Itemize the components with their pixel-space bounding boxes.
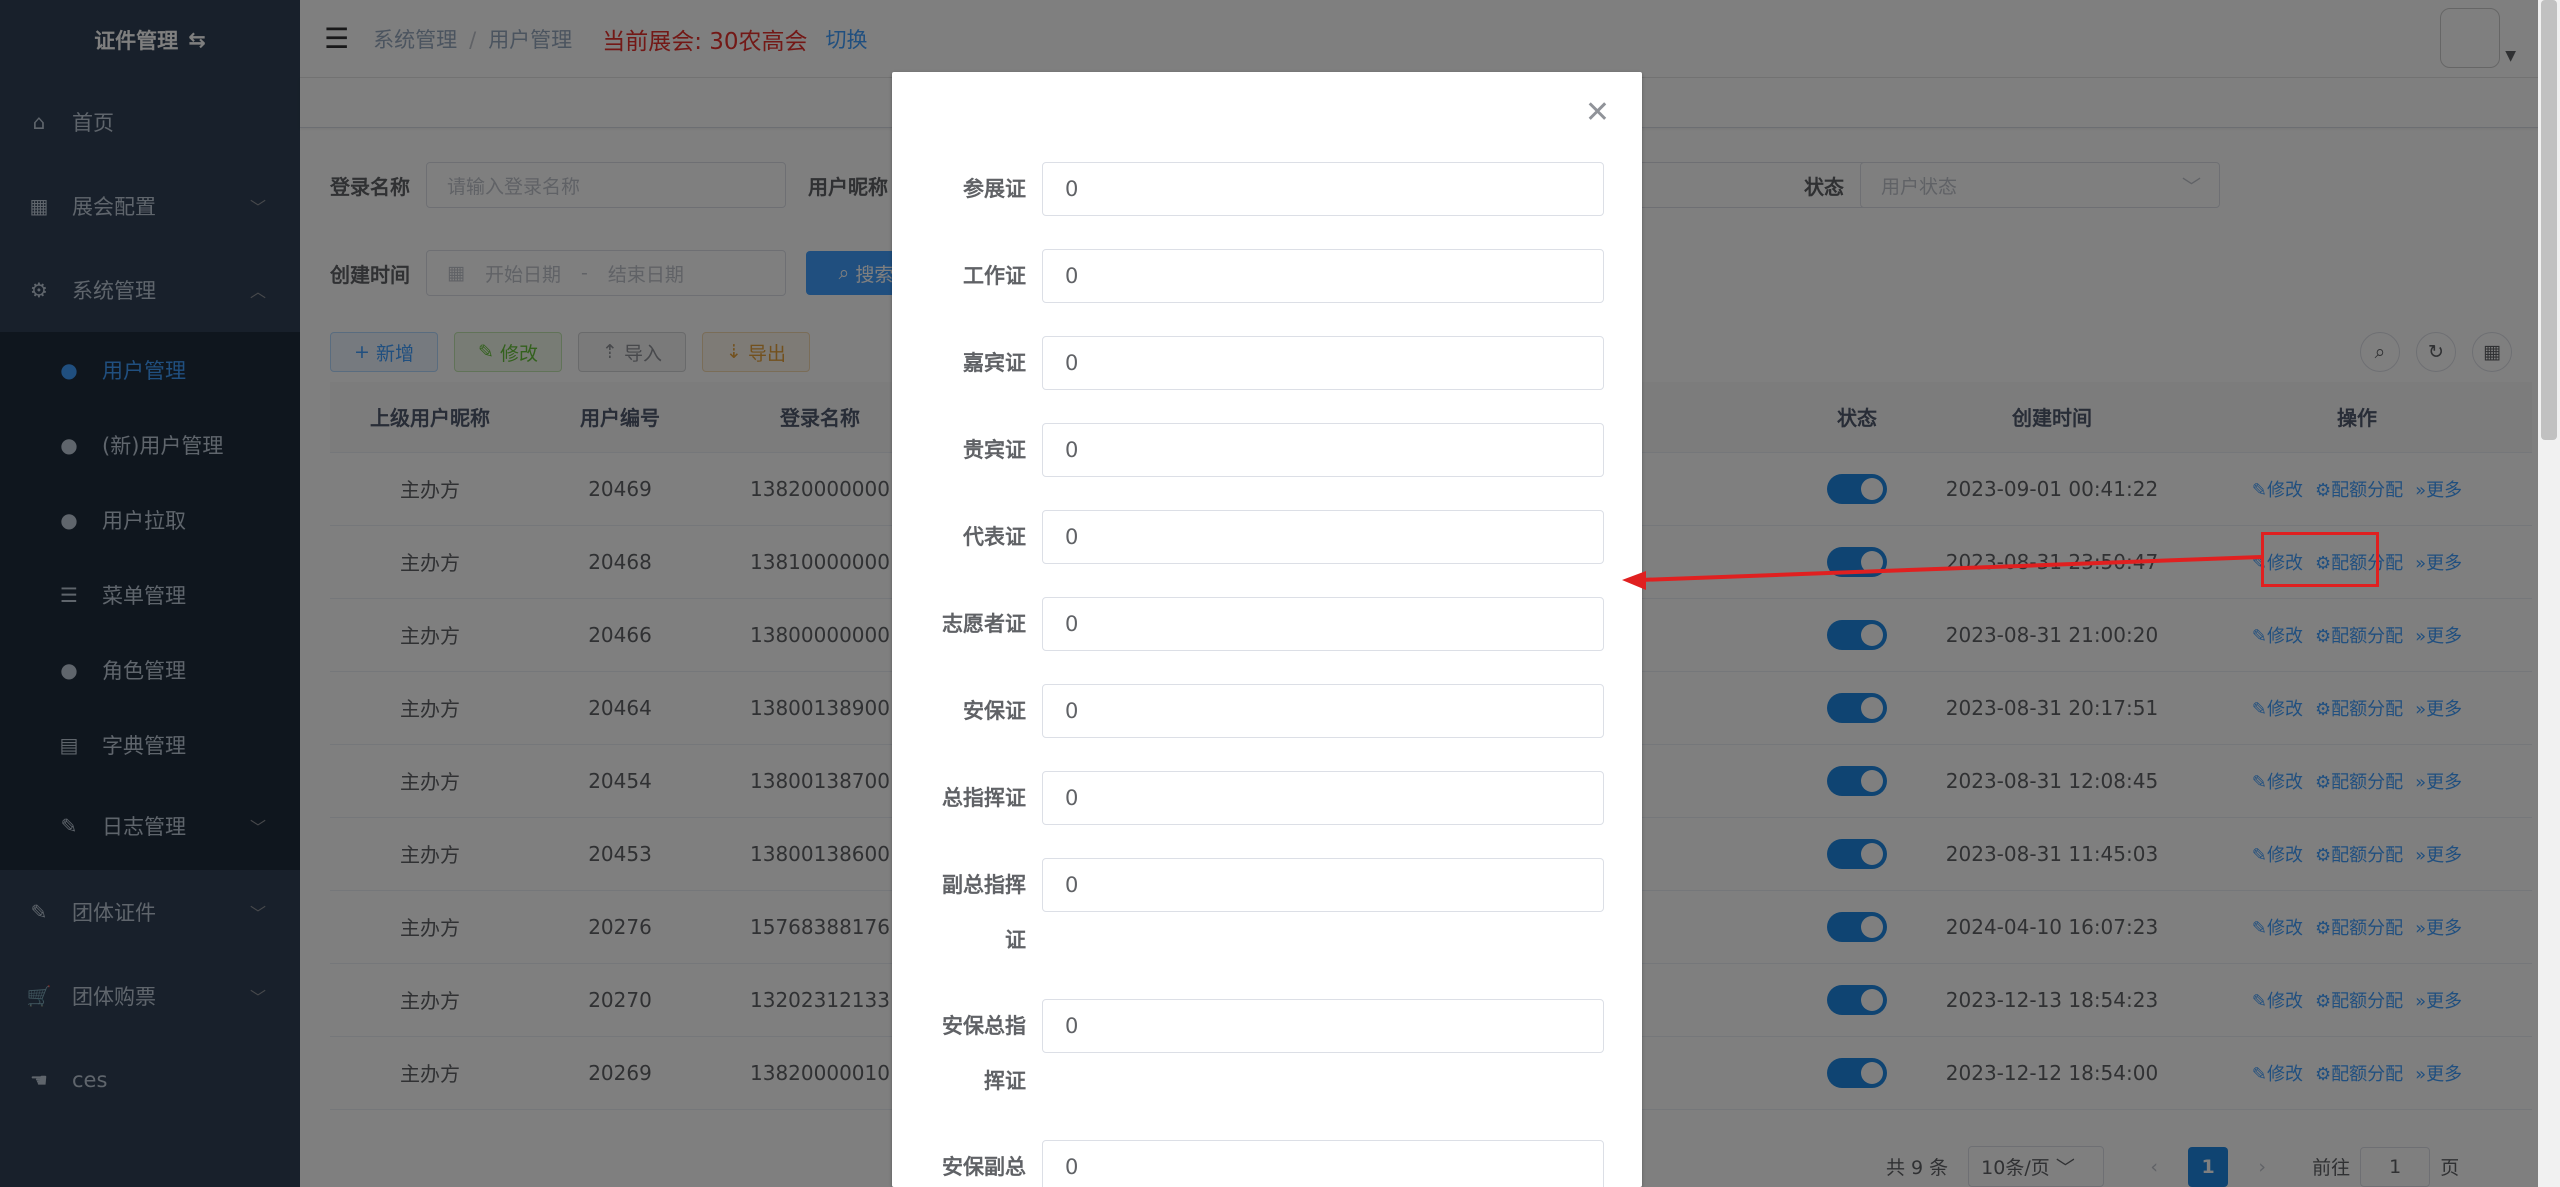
quota-field-input[interactable]: 0 (1042, 249, 1604, 303)
quota-field-label: 贵宾证 (963, 438, 1026, 462)
scrollbar-thumb[interactable] (2541, 0, 2557, 440)
quota-field-input[interactable]: 0 (1042, 771, 1604, 825)
quota-field-label: 安保证 (963, 699, 1026, 723)
quota-field-input[interactable]: 0 (1042, 510, 1604, 564)
quota-field-input[interactable]: 0 (1042, 858, 1604, 912)
quota-field-input[interactable]: 0 (1042, 336, 1604, 390)
annotation-highlight-box (2261, 532, 2379, 587)
page-scrollbar[interactable] (2538, 0, 2560, 1187)
quota-field-input[interactable]: 0 (1042, 1140, 1604, 1187)
quota-field-input[interactable]: 0 (1042, 684, 1604, 738)
quota-field-label: 工作证 (963, 264, 1026, 288)
quota-field-label: 参展证 (963, 177, 1026, 201)
quota-field-input[interactable]: 0 (1042, 162, 1604, 216)
close-icon[interactable]: ✕ (1585, 98, 1610, 128)
quota-field-label: 安保副总 (942, 1155, 1026, 1179)
quota-field-label: 嘉宾证 (963, 351, 1026, 375)
quota-field-input[interactable]: 0 (1042, 423, 1604, 477)
quota-field-label: 志愿者证 (942, 612, 1026, 636)
quota-dialog: ✕ 参展证 0 工作证 0 嘉宾证 0 贵宾证 0 代表证 0 志愿者证 0 安保证 0 总指挥证 0 副总指挥… (892, 72, 1642, 1187)
quota-field-label: 代表证 (963, 525, 1026, 549)
quota-field-input[interactable]: 0 (1042, 597, 1604, 651)
quota-field-label: 副总指挥证 (942, 873, 1026, 952)
quota-field-input[interactable]: 0 (1042, 999, 1604, 1053)
quota-field-label: 安保总指 挥证 (942, 1014, 1026, 1093)
quota-field-label: 总指挥证 (942, 786, 1026, 810)
